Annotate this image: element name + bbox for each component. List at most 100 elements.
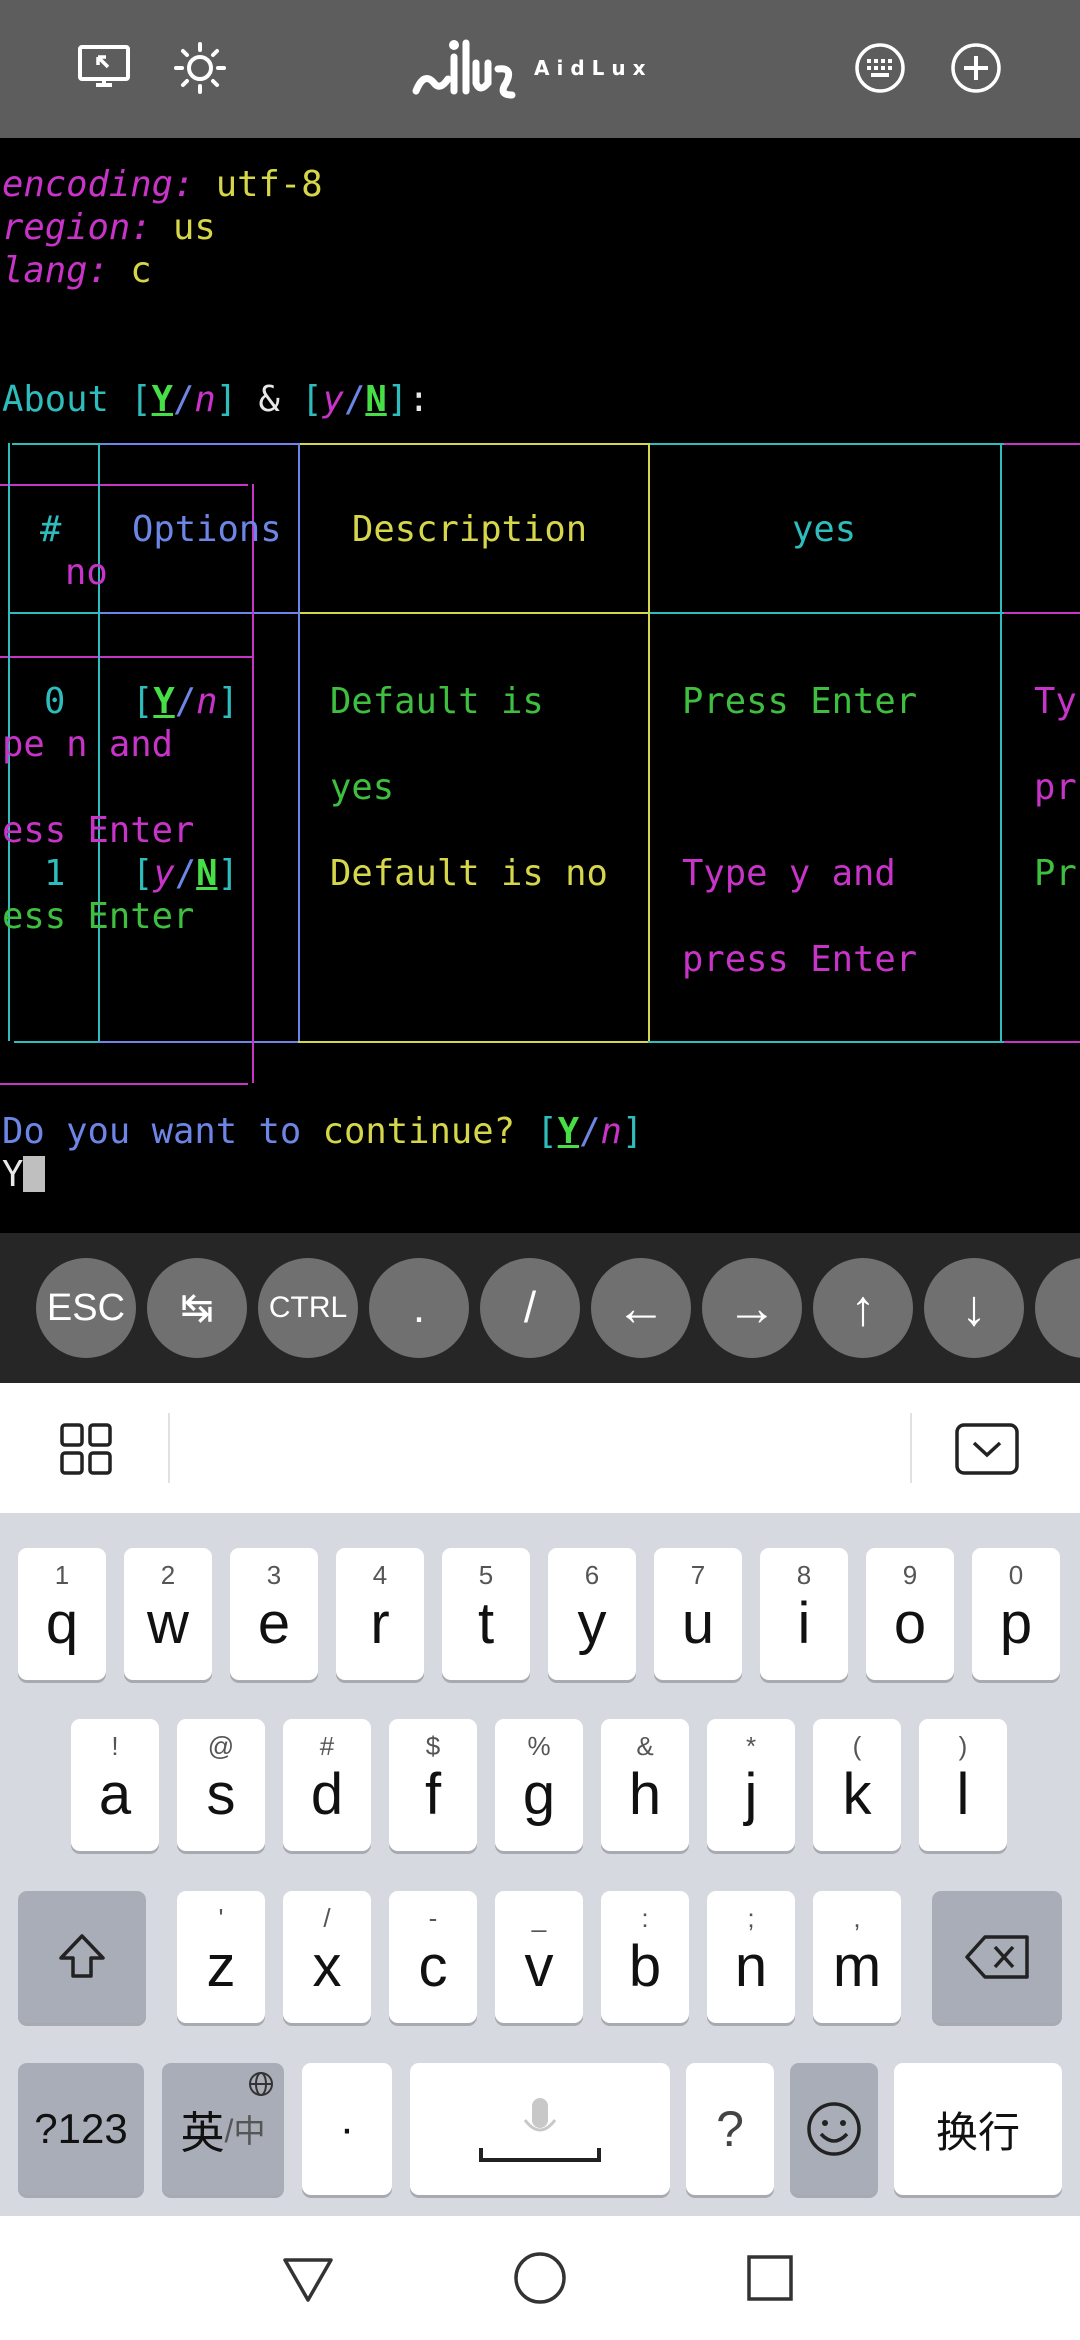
key-secondary-label: - bbox=[428, 1903, 438, 1933]
key-c[interactable]: -c bbox=[389, 1891, 477, 2023]
globe-icon bbox=[249, 2072, 273, 2096]
table-header-description: Description bbox=[352, 509, 588, 550]
table-row-0-no: Ty bbox=[1034, 681, 1077, 722]
table-row-1-no: ess Enter bbox=[2, 896, 195, 937]
key-g[interactable]: % g bbox=[495, 1719, 583, 1851]
key-n[interactable]: ; n bbox=[707, 1891, 795, 2023]
space-key[interactable] bbox=[410, 2063, 670, 2195]
key-label: m bbox=[832, 1933, 882, 1999]
key-w[interactable]: 2w bbox=[124, 1548, 212, 1680]
key-secondary-label: _ bbox=[531, 1903, 547, 1933]
table-row-1-yes: press Enter bbox=[682, 939, 918, 980]
key-secondary-label: % bbox=[527, 1731, 551, 1761]
arrow-right-key[interactable]: → bbox=[702, 1258, 802, 1358]
key-secondary-label: , bbox=[853, 1903, 861, 1933]
key-t[interactable]: 5t bbox=[442, 1548, 530, 1680]
key-x[interactable]: / x bbox=[283, 1891, 371, 2023]
key-j[interactable]: * j bbox=[707, 1719, 795, 1851]
key-secondary-label: 2 bbox=[160, 1560, 176, 1590]
key-q[interactable]: 1q bbox=[18, 1548, 106, 1680]
config-value: utf-8 bbox=[215, 164, 323, 205]
arrow-left-key[interactable]: ← bbox=[591, 1258, 691, 1358]
more-keys-partial[interactable] bbox=[1035, 1258, 1080, 1358]
aidlux-logo: AidLux bbox=[410, 30, 680, 106]
key-secondary-label: & bbox=[636, 1731, 654, 1761]
shift-key[interactable] bbox=[18, 1891, 146, 2023]
key-label: w bbox=[147, 1590, 189, 1656]
key-label: x bbox=[312, 1933, 342, 1999]
continue-prompt: Do you want to continue? [Y/n] bbox=[2, 1111, 644, 1152]
language-switch-key[interactable]: 英/中 bbox=[162, 2063, 284, 2195]
key-r[interactable]: 4r bbox=[336, 1548, 424, 1680]
esc-key[interactable]: ESC bbox=[36, 1258, 136, 1358]
key-y[interactable]: 6y bbox=[548, 1548, 636, 1680]
key-label: u bbox=[681, 1590, 715, 1656]
key-f[interactable]: $ f bbox=[389, 1719, 477, 1851]
key-e[interactable]: 3e bbox=[230, 1548, 318, 1680]
screen-cast-icon[interactable] bbox=[70, 34, 138, 102]
key-p[interactable]: 0p bbox=[972, 1548, 1060, 1680]
key-label: o bbox=[893, 1590, 927, 1656]
key-secondary-label: 4 bbox=[372, 1560, 388, 1590]
key-secondary-label: # bbox=[319, 1731, 335, 1761]
arrow-up-key[interactable]: ↑ bbox=[813, 1258, 913, 1358]
enter-key[interactable]: 换行 bbox=[894, 2063, 1062, 2195]
recents-icon[interactable] bbox=[744, 2252, 796, 2304]
key-z[interactable]: ' z bbox=[177, 1891, 265, 2023]
key-o[interactable]: 9o bbox=[866, 1548, 954, 1680]
table-row-0-no: ess Enter bbox=[2, 810, 195, 851]
key-b[interactable]: :b bbox=[601, 1891, 689, 2023]
backspace-key[interactable] bbox=[932, 1891, 1062, 2023]
key-label: v bbox=[524, 1933, 554, 1999]
emoji-key[interactable] bbox=[790, 2063, 878, 2195]
key-secondary-label: $ bbox=[425, 1731, 441, 1761]
key-secondary-label: 7 bbox=[690, 1560, 706, 1590]
keyboard-icon[interactable] bbox=[846, 34, 914, 102]
key-label: a bbox=[98, 1761, 132, 1827]
input-line[interactable]: Y bbox=[2, 1153, 46, 1196]
question-key[interactable]: ? bbox=[686, 2063, 774, 2195]
aidlux-logo-mark bbox=[412, 39, 516, 99]
about-line: About [Y/n] & [y/N]: bbox=[2, 379, 430, 420]
key-k[interactable]: (k bbox=[813, 1719, 901, 1851]
key-label: i bbox=[797, 1590, 811, 1656]
arrow-down-key[interactable]: ↓ bbox=[924, 1258, 1024, 1358]
key-label: y bbox=[577, 1590, 607, 1656]
key-label: t bbox=[477, 1590, 495, 1656]
key-u[interactable]: 7u bbox=[654, 1548, 742, 1680]
period-key[interactable]: . bbox=[369, 1258, 469, 1358]
table-row-0-yes: Press Enter bbox=[682, 681, 918, 722]
middle-dot-key[interactable]: · bbox=[302, 2063, 392, 2195]
key-l[interactable]: ) l bbox=[919, 1719, 1007, 1851]
terminal-output[interactable]: encoding: utf-8 region: us lang: c About… bbox=[0, 138, 1080, 1233]
microphone-icon bbox=[479, 2098, 601, 2162]
menu-grid-icon[interactable] bbox=[58, 1421, 114, 1477]
back-icon[interactable] bbox=[280, 2254, 336, 2306]
key-a[interactable]: ! a bbox=[71, 1719, 159, 1851]
collapse-keyboard-icon[interactable] bbox=[954, 1421, 1020, 1477]
table-row-0-no: pe n and bbox=[2, 724, 173, 765]
key-secondary-label: ' bbox=[218, 1903, 224, 1933]
brightness-icon[interactable] bbox=[166, 34, 234, 102]
key-label: z bbox=[206, 1933, 236, 1999]
table-row-0-num: 0 bbox=[44, 681, 66, 722]
add-circle-icon[interactable] bbox=[942, 34, 1010, 102]
key-h[interactable]: & h bbox=[601, 1719, 689, 1851]
key-label: l bbox=[956, 1761, 970, 1827]
ctrl-key[interactable]: CTRL bbox=[258, 1258, 358, 1358]
home-icon[interactable] bbox=[512, 2250, 568, 2306]
tab-key[interactable]: ↹ bbox=[147, 1258, 247, 1358]
slash-key[interactable]: / bbox=[480, 1258, 580, 1358]
config-key: lang: bbox=[2, 250, 109, 291]
symbols-key[interactable]: ?123 bbox=[18, 2063, 144, 2195]
key-label: c bbox=[418, 1933, 448, 1999]
key-m[interactable]: ,m bbox=[813, 1891, 901, 2023]
lang-sub: /中 bbox=[224, 2113, 266, 2149]
key-s[interactable]: @ s bbox=[177, 1719, 265, 1851]
key-secondary-label: ! bbox=[111, 1731, 119, 1761]
key-d[interactable]: # d bbox=[283, 1719, 371, 1851]
key-i[interactable]: 8i bbox=[760, 1548, 848, 1680]
key-v[interactable]: _ v bbox=[495, 1891, 583, 2023]
key-label: e bbox=[257, 1590, 291, 1656]
soft-keyboard: ?123 英/中 · ? 换行 1 q 2 w 3 e 4 r 5 t 6 y 7 u 8 i 9 o 0 p! a @ s… bbox=[0, 1513, 1080, 2216]
